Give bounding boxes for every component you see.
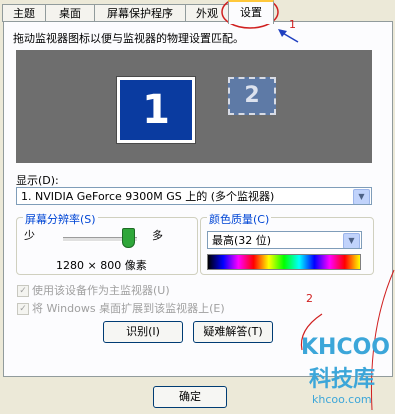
tab-desktop[interactable]: 桌面: [45, 4, 95, 22]
tab-settings[interactable]: 设置: [228, 0, 274, 24]
checkbox-icon[interactable]: ✓: [17, 285, 29, 297]
display-select[interactable]: 1. NVIDIA GeForce 9300M GS 上的 (多个监视器) ▼: [16, 187, 372, 205]
watermark-brand: KHCOO: [301, 335, 391, 360]
resolution-less-label: 少: [24, 229, 35, 242]
resolution-value: 1280 × 800 像素: [56, 259, 147, 272]
color-quality-title: 颜色质量(C): [207, 211, 272, 227]
primary-monitor-option[interactable]: ✓ 使用该设备作为主监视器(U): [17, 282, 170, 298]
annotation-mark-1: 1: [289, 18, 296, 31]
identify-button[interactable]: 识别(I): [103, 321, 183, 343]
color-spectrum-bar: [207, 254, 361, 270]
chevron-down-icon[interactable]: ▼: [343, 233, 360, 248]
instruction-text: 拖动监视器图标以便与监视器的物理设置匹配。: [13, 32, 244, 45]
chevron-down-icon[interactable]: ▼: [353, 189, 370, 204]
resolution-title: 屏幕分辨率(S): [23, 211, 98, 227]
tab-themes[interactable]: 主题: [2, 4, 46, 22]
tab-bar: 主题 桌面 屏幕保护程序 外观 设置: [0, 0, 395, 24]
resolution-more-label: 多: [152, 229, 163, 242]
extend-desktop-option[interactable]: ✓ 将 Windows 桌面扩展到该监视器上(E): [17, 300, 225, 316]
color-quality-value: 最高(32 位): [212, 234, 272, 247]
ok-button[interactable]: 确定: [153, 386, 227, 408]
monitor-arrangement-area: 1 2: [16, 50, 372, 163]
watermark-url: khcoo.com: [312, 393, 372, 406]
watermark-name: 科技库: [309, 367, 376, 392]
checkbox-icon[interactable]: ✓: [17, 303, 29, 315]
resolution-slider-thumb[interactable]: [122, 228, 135, 248]
color-quality-select[interactable]: 最高(32 位) ▼: [207, 231, 362, 249]
display-label: 显示(D):: [16, 174, 59, 187]
display-select-value: 1. NVIDIA GeForce 9300M GS 上的 (多个监视器): [21, 190, 275, 203]
troubleshoot-button[interactable]: 疑难解答(T): [193, 321, 273, 343]
annotation-mark-2: 2: [306, 292, 313, 305]
extend-desktop-label: 将 Windows 桌面扩展到该监视器上(E): [32, 302, 225, 315]
monitor-2-icon[interactable]: 2: [228, 77, 276, 115]
tab-screensaver[interactable]: 屏幕保护程序: [94, 4, 186, 22]
primary-monitor-label: 使用该设备作为主监视器(U): [32, 284, 170, 297]
monitor-1-icon[interactable]: 1: [116, 76, 196, 144]
tab-appearance[interactable]: 外观: [185, 4, 229, 22]
